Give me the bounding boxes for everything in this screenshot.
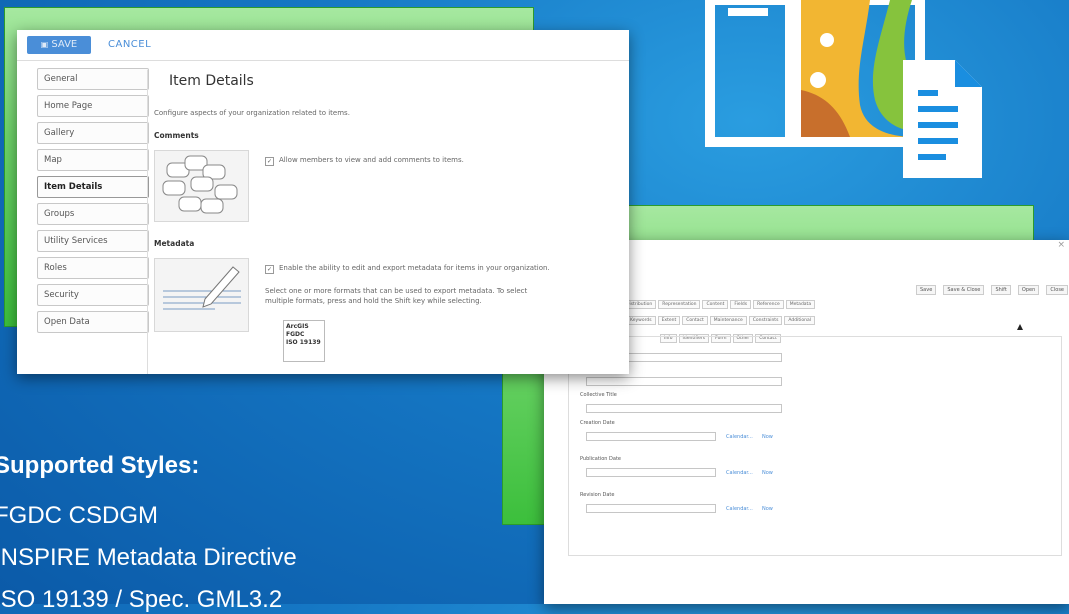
save-button[interactable]: ▣ SAVE xyxy=(27,36,91,54)
open-button[interactable]: Open xyxy=(1017,285,1040,295)
save-button[interactable]: Save xyxy=(916,285,937,295)
sidebar-item-groups[interactable]: Groups xyxy=(37,203,149,225)
settings-sidebar: General Home Page Gallery Map Item Detai… xyxy=(37,68,149,338)
metadata-help-line: Select one or more formats that can be u… xyxy=(265,287,528,295)
now-link[interactable]: Now xyxy=(762,470,773,476)
calendar-link[interactable]: Calendar... xyxy=(726,506,753,512)
page-title: Item Details xyxy=(169,73,254,89)
mouse-cursor-icon xyxy=(1017,324,1023,330)
checkbox-check-icon: ✓ xyxy=(265,157,274,166)
sidebar-item-roles[interactable]: Roles xyxy=(37,257,149,279)
comments-checkbox[interactable]: ✓ Allow members to view and add comments … xyxy=(265,156,464,166)
editor-toolbar: Save Save & Close Shift Open Close xyxy=(916,276,1068,295)
format-listbox[interactable]: ArcGIS FGDC ISO 19139 xyxy=(283,320,325,362)
tab-keywords[interactable]: Keywords xyxy=(626,316,656,325)
revision-date-field[interactable] xyxy=(586,504,716,513)
sidebar-item-home-page[interactable]: Home Page xyxy=(37,95,149,117)
text-field[interactable] xyxy=(586,377,782,386)
metadata-checkbox[interactable]: ✓ Enable the ability to edit and export m… xyxy=(265,264,550,274)
supported-style-item: ISO 19139 / Spec. GML3.2 xyxy=(0,586,283,613)
format-option[interactable]: ISO 19139 xyxy=(286,339,322,347)
field-label: Publication Date xyxy=(580,456,621,462)
field-label: Revision Date xyxy=(580,492,615,498)
metadata-help-text: Select one or more formats that can be u… xyxy=(265,286,527,306)
checkbox-check-icon: ✓ xyxy=(265,265,274,274)
supported-styles-heading: Supported Styles: xyxy=(0,452,200,479)
metadata-checkbox-label: Enable the ability to edit and export me… xyxy=(279,264,550,272)
format-option[interactable]: ArcGIS xyxy=(286,323,322,331)
sidebar-item-item-details[interactable]: Item Details xyxy=(37,176,149,198)
editor-form-panel xyxy=(568,336,1062,556)
save-label: SAVE xyxy=(51,39,78,50)
sidebar-item-map[interactable]: Map xyxy=(37,149,149,171)
shift-button[interactable]: Shift xyxy=(991,285,1011,295)
close-icon[interactable]: × xyxy=(1057,240,1065,250)
tab-row-2: Keywords Extent Contact Maintenance Constrai… xyxy=(626,306,817,325)
metadata-document-icon xyxy=(690,0,1069,204)
save-close-button[interactable]: Save & Close xyxy=(943,285,985,295)
comments-checkbox-label: Allow members to view and add comments t… xyxy=(279,156,464,164)
creation-date-field[interactable] xyxy=(586,432,716,441)
tab-additional[interactable]: Additional xyxy=(784,316,816,325)
field-label: Creation Date xyxy=(580,420,615,426)
page-description: Configure aspects of your organization r… xyxy=(154,109,350,117)
sidebar-item-open-data[interactable]: Open Data xyxy=(37,311,149,333)
settings-toolbar: ▣ SAVE CANCEL xyxy=(17,30,629,61)
comments-illustration-icon xyxy=(154,150,249,222)
org-settings-window: ▣ SAVE CANCEL General Home Page Gallery M… xyxy=(17,30,629,374)
sidebar-item-security[interactable]: Security xyxy=(37,284,149,306)
save-icon: ▣ xyxy=(40,40,49,49)
now-link[interactable]: Now xyxy=(762,434,773,440)
field-label: Collective Title xyxy=(580,392,617,398)
format-option[interactable]: FGDC xyxy=(286,331,322,339)
close-button[interactable]: Close xyxy=(1046,285,1068,295)
metadata-heading: Metadata xyxy=(154,239,195,248)
supported-style-item: INSPIRE Metadata Directive xyxy=(0,544,297,571)
comments-heading: Comments xyxy=(154,131,199,140)
supported-style-item: FGDC CSDGM xyxy=(0,502,158,529)
publication-date-field[interactable] xyxy=(586,468,716,477)
calendar-link[interactable]: Calendar... xyxy=(726,434,753,440)
sidebar-item-utility-services[interactable]: Utility Services xyxy=(37,230,149,252)
divider xyxy=(147,70,148,374)
cancel-button[interactable]: CANCEL xyxy=(108,36,151,54)
sidebar-item-general[interactable]: General xyxy=(37,68,149,90)
metadata-illustration-icon xyxy=(154,258,249,332)
now-link[interactable]: Now xyxy=(762,506,773,512)
sidebar-item-gallery[interactable]: Gallery xyxy=(37,122,149,144)
metadata-help-line: multiple formats, press and hold the Shi… xyxy=(265,297,482,305)
collective-title-field[interactable] xyxy=(586,404,782,413)
calendar-link[interactable]: Calendar... xyxy=(726,470,753,476)
